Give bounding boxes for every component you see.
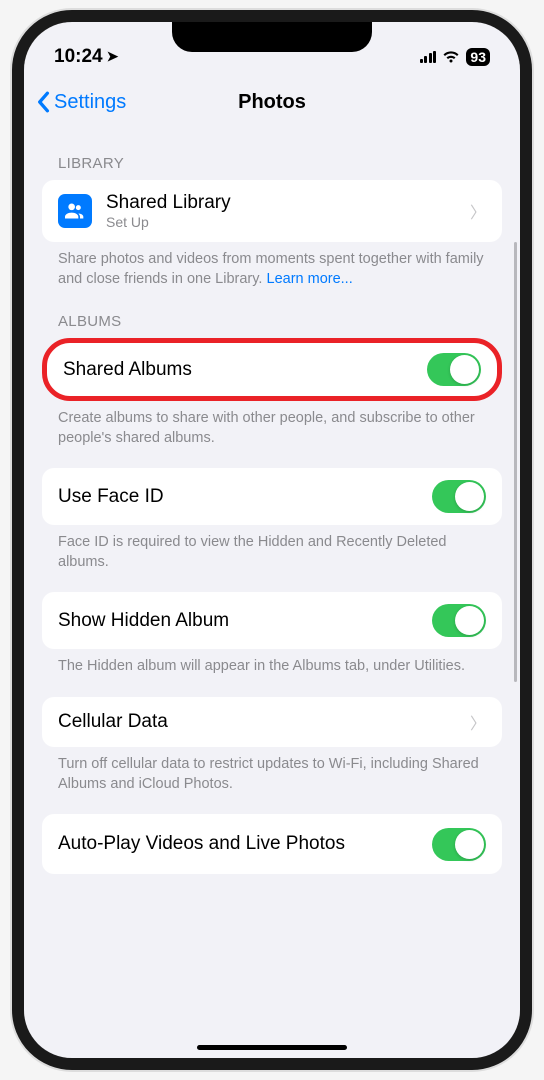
shared-library-group: Shared Library Set Up 〉 [42, 180, 502, 242]
signal-icon [420, 51, 437, 63]
hidden-album-footer: The Hidden album will appear in the Albu… [42, 649, 502, 681]
shared-albums-footer: Create albums to share with other people… [42, 401, 502, 452]
status-time-area: 10:24 ➤ [54, 46, 118, 68]
screen: 10:24 ➤ 93 Settings Photos LIBRARY [24, 22, 520, 1058]
autoplay-row[interactable]: Auto-Play Videos and Live Photos [42, 814, 502, 874]
shared-library-title: Shared Library [106, 192, 470, 214]
shared-library-row[interactable]: Shared Library Set Up 〉 [42, 180, 502, 242]
chevron-right-icon: 〉 [470, 710, 486, 734]
autoplay-title: Auto-Play Videos and Live Photos [58, 832, 432, 856]
hidden-album-toggle[interactable] [432, 604, 486, 637]
hidden-album-title: Show Hidden Album [58, 610, 432, 632]
chevron-left-icon [36, 91, 50, 113]
albums-header: ALBUMS [42, 293, 502, 338]
hidden-album-group: Show Hidden Album [42, 592, 502, 649]
face-id-row[interactable]: Use Face ID [42, 468, 502, 525]
home-indicator[interactable] [197, 1045, 347, 1050]
autoplay-group: Auto-Play Videos and Live Photos [42, 814, 502, 874]
status-indicators: 93 [420, 48, 490, 66]
battery-icon: 93 [466, 48, 490, 66]
wifi-icon [442, 50, 460, 64]
back-button[interactable]: Settings [36, 91, 126, 114]
nav-bar: Settings Photos [24, 77, 520, 127]
hidden-album-row[interactable]: Show Hidden Album [42, 592, 502, 649]
shared-albums-title: Shared Albums [63, 359, 427, 381]
learn-more-link[interactable]: Learn more... [267, 271, 353, 287]
page-title: Photos [238, 91, 306, 114]
phone-frame: 10:24 ➤ 93 Settings Photos LIBRARY [12, 10, 532, 1070]
back-label: Settings [54, 91, 126, 114]
cellular-title: Cellular Data [58, 711, 470, 733]
shared-albums-row[interactable]: Shared Albums [47, 343, 497, 396]
cellular-row[interactable]: Cellular Data 〉 [42, 697, 502, 747]
scroll-indicator[interactable] [514, 242, 517, 682]
library-header: LIBRARY [42, 135, 502, 180]
face-id-footer: Face ID is required to view the Hidden a… [42, 525, 502, 576]
face-id-toggle[interactable] [432, 480, 486, 513]
cellular-footer: Turn off cellular data to restrict updat… [42, 747, 502, 798]
autoplay-toggle[interactable] [432, 828, 486, 861]
notch [172, 22, 372, 52]
shared-library-body: Shared Library Set Up [106, 192, 470, 230]
cellular-group: Cellular Data 〉 [42, 697, 502, 747]
shared-albums-toggle[interactable] [427, 353, 481, 386]
status-time: 10:24 [54, 46, 103, 68]
people-icon [58, 194, 92, 228]
location-icon: ➤ [107, 48, 119, 65]
face-id-title: Use Face ID [58, 486, 432, 508]
face-id-group: Use Face ID [42, 468, 502, 525]
shared-albums-highlight: Shared Albums [42, 338, 502, 401]
library-footer: Share photos and videos from moments spe… [42, 242, 502, 293]
shared-library-subtitle: Set Up [106, 214, 470, 230]
content: LIBRARY Shared Library Set Up 〉 Share ph… [24, 127, 520, 882]
chevron-right-icon: 〉 [470, 199, 486, 223]
